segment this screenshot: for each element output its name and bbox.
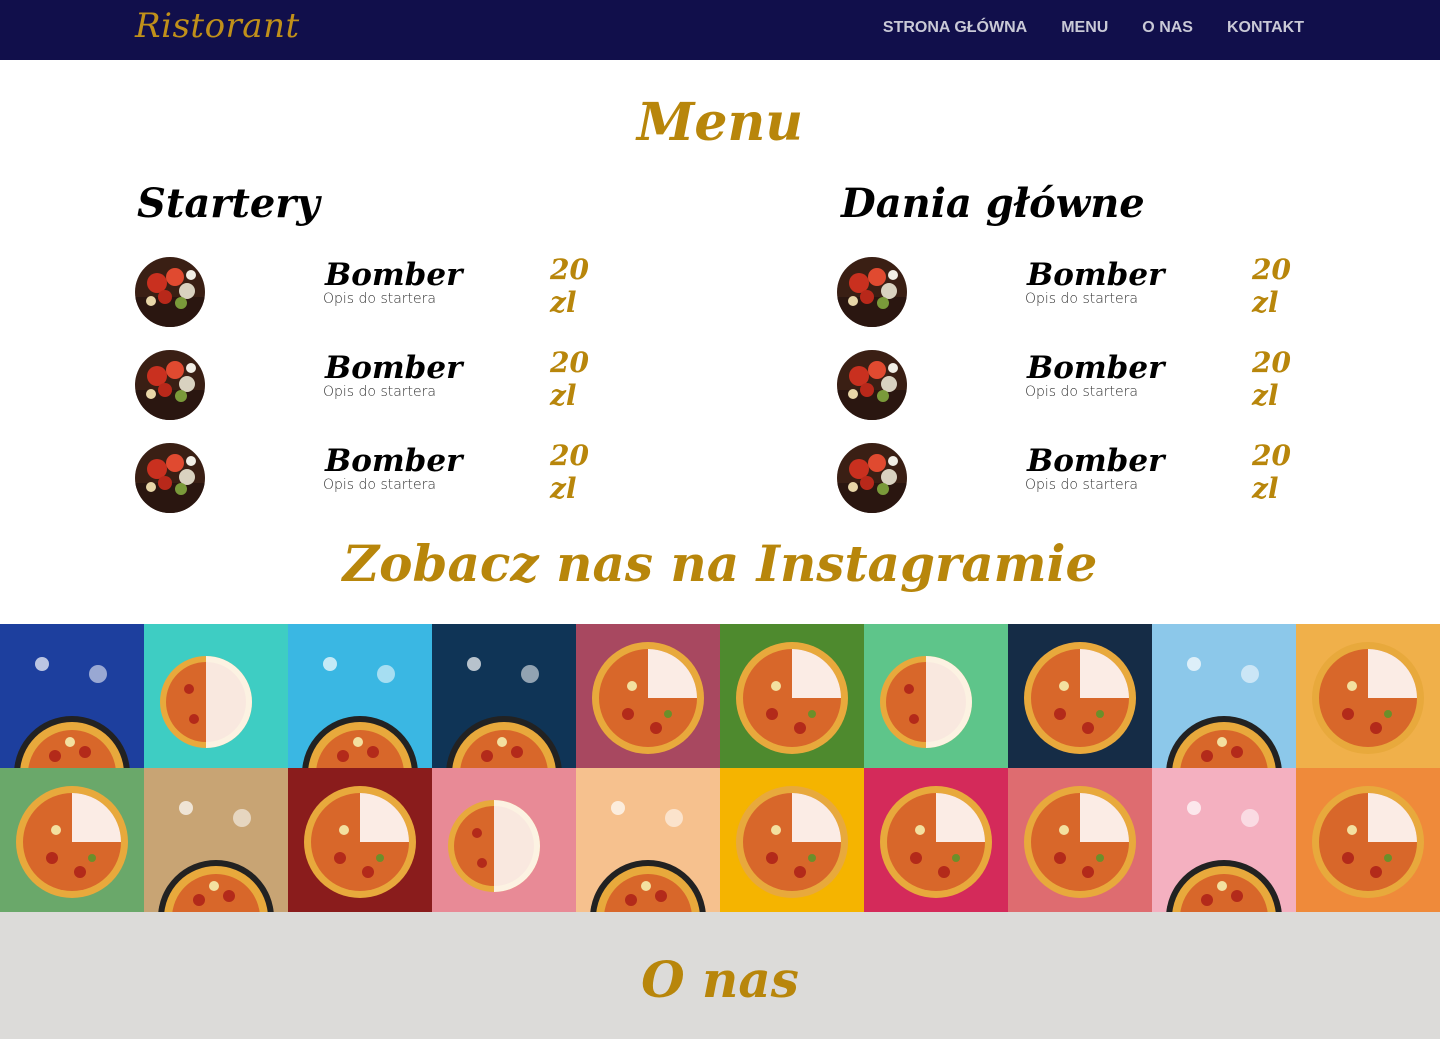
- dish-photo: [837, 257, 907, 327]
- dish-photo: [837, 443, 907, 513]
- dish-photo: [135, 443, 205, 513]
- dish-name: Bomber: [1027, 350, 1165, 386]
- dish-description: Opis do startera: [323, 384, 436, 400]
- dish-description: Opis do startera: [323, 477, 436, 493]
- instagram-photo[interactable]: [864, 624, 1008, 768]
- dish-name: Bomber: [325, 350, 463, 386]
- starter-menu-item: Bomber Opis do startera 20 zl: [135, 253, 615, 329]
- instagram-photo[interactable]: [144, 624, 288, 768]
- dish-description: Opis do startera: [1025, 384, 1138, 400]
- instagram-photo[interactable]: [1008, 768, 1152, 912]
- instagram-gallery: [0, 624, 1440, 912]
- dish-description: Opis do startera: [1025, 477, 1138, 493]
- dish-photo: [135, 350, 205, 420]
- starters-heading: Startery: [137, 180, 320, 227]
- dish-photo: [135, 257, 205, 327]
- instagram-photo[interactable]: [576, 768, 720, 912]
- starter-menu-item: Bomber Opis do startera 20 zl: [135, 346, 615, 422]
- dish-name: Bomber: [1027, 257, 1165, 293]
- dish-price: 20 zl: [1252, 439, 1291, 505]
- instagram-photo[interactable]: [720, 768, 864, 912]
- instagram-photo[interactable]: [288, 768, 432, 912]
- nav-link-menu[interactable]: MENU: [1061, 19, 1108, 37]
- main-menu-item: Bomber Opis do startera 20 zl: [837, 439, 1317, 515]
- instagram-photo[interactable]: [0, 768, 144, 912]
- dish-description: Opis do startera: [323, 291, 436, 307]
- instagram-section-title: Zobacz nas na Instagramie: [342, 534, 1098, 593]
- dish-photo: [837, 350, 907, 420]
- mains-heading: Dania główne: [841, 180, 1145, 227]
- site-logo[interactable]: Ristorant: [135, 6, 300, 46]
- main-menu-item: Bomber Opis do startera 20 zl: [837, 253, 1317, 329]
- main-menu-item: Bomber Opis do startera 20 zl: [837, 346, 1317, 422]
- nav-link-home[interactable]: STRONA GŁÓWNA: [883, 19, 1027, 37]
- instagram-photo[interactable]: [0, 624, 144, 768]
- instagram-photo[interactable]: [576, 624, 720, 768]
- dish-name: Bomber: [1027, 443, 1165, 479]
- instagram-photo[interactable]: [432, 768, 576, 912]
- dish-price: 20 zl: [550, 346, 589, 412]
- instagram-photo[interactable]: [1152, 768, 1296, 912]
- top-navbar: Ristorant STRONA GŁÓWNA MENU O NAS KONTA…: [0, 0, 1440, 60]
- starter-menu-item: Bomber Opis do startera 20 zl: [135, 439, 615, 515]
- instagram-photo[interactable]: [1008, 624, 1152, 768]
- instagram-photo[interactable]: [720, 624, 864, 768]
- dish-price: 20 zl: [1252, 253, 1291, 319]
- dish-price: 20 zl: [1252, 346, 1291, 412]
- dish-price: 20 zl: [550, 439, 589, 505]
- instagram-photo[interactable]: [432, 624, 576, 768]
- about-section-title: O nas: [641, 950, 799, 1009]
- nav-link-about[interactable]: O NAS: [1142, 19, 1193, 37]
- menu-section-title: Menu: [636, 92, 804, 153]
- instagram-photo[interactable]: [288, 624, 432, 768]
- instagram-photo[interactable]: [864, 768, 1008, 912]
- nav-link-contact[interactable]: KONTAKT: [1227, 19, 1304, 37]
- dish-name: Bomber: [325, 257, 463, 293]
- dish-name: Bomber: [325, 443, 463, 479]
- dish-price: 20 zl: [550, 253, 589, 319]
- instagram-photo[interactable]: [1296, 768, 1440, 912]
- instagram-photo[interactable]: [1296, 624, 1440, 768]
- dish-description: Opis do startera: [1025, 291, 1138, 307]
- nav-menu: STRONA GŁÓWNA MENU O NAS KONTAKT: [883, 19, 1304, 37]
- instagram-photo[interactable]: [144, 768, 288, 912]
- instagram-photo[interactable]: [1152, 624, 1296, 768]
